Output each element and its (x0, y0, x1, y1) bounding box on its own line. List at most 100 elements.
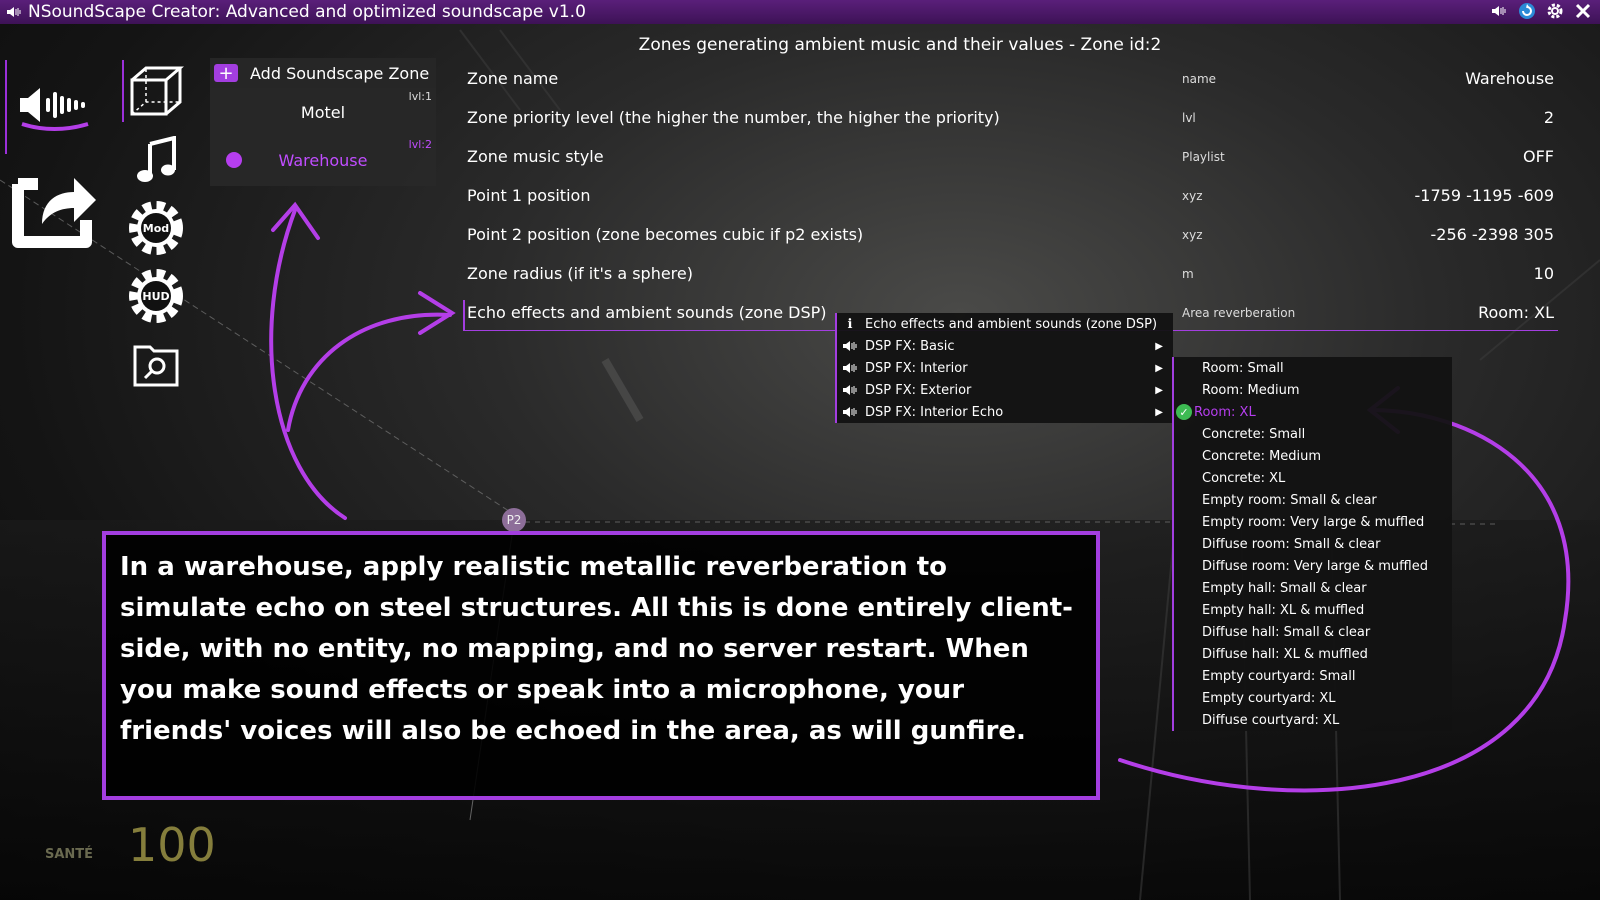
preset-item[interactable]: Diffuse courtyard: XL (1174, 709, 1452, 731)
selected-tab-accent (5, 60, 7, 154)
cube-icon (130, 66, 184, 116)
zones-list-panel: + Add Soundscape Zone lvl:1 Motel lvl:2 … (210, 58, 436, 186)
menu-item-dsp-exterior[interactable]: DSP FX: Exterior ▶ (837, 379, 1173, 401)
property-key: lvl (1182, 111, 1196, 125)
gear-icon (1547, 3, 1563, 19)
property-point1[interactable]: Point 1 position (467, 186, 590, 205)
speaker-icon (841, 406, 859, 418)
preset-item[interactable]: Room: Small (1174, 357, 1452, 379)
menu-info-item: ℹ Echo effects and ambient sounds (zone … (837, 313, 1173, 335)
preset-item[interactable]: Diffuse hall: XL & muffled (1174, 643, 1452, 665)
preset-item[interactable]: Empty room: Small & clear (1174, 489, 1452, 511)
callout-text: In a warehouse, apply realistic metallic… (120, 552, 1073, 746)
refresh-button[interactable] (1518, 2, 1536, 20)
zones-tool-button[interactable] (124, 60, 188, 124)
preset-item[interactable]: Concrete: XL (1174, 467, 1452, 489)
property-music-style[interactable]: Zone music style (467, 147, 604, 166)
speaker-icon (1492, 6, 1506, 16)
preset-item[interactable]: Diffuse room: Very large & muffled (1174, 555, 1452, 577)
sound-toggle-button[interactable] (1490, 2, 1508, 20)
zone-item-motel[interactable]: lvl:1 Motel (210, 88, 436, 136)
property-key: Area reverberation (1182, 306, 1296, 320)
svg-text:Mod: Mod (143, 222, 169, 235)
preset-label: Empty room: Very large & muffled (1202, 514, 1425, 530)
close-button[interactable] (1574, 2, 1592, 20)
tool-icon-column: Mod HUD (122, 60, 188, 400)
property-value[interactable]: 2 (1544, 108, 1554, 127)
property-radius[interactable]: Zone radius (if it's a sphere) (467, 264, 693, 283)
preset-label: Empty room: Small & clear (1202, 492, 1377, 508)
preset-item[interactable]: ✓ Room: XL (1174, 401, 1452, 423)
property-point2[interactable]: Point 2 position (zone becomes cubic if … (467, 225, 863, 244)
submenu-arrow-icon: ▶ (1155, 340, 1163, 352)
preset-item[interactable]: Diffuse hall: Small & clear (1174, 621, 1452, 643)
preset-label: Empty hall: XL & muffled (1202, 602, 1365, 618)
preset-item[interactable]: Diffuse room: Small & clear (1174, 533, 1452, 555)
property-value[interactable]: -1759 -1195 -609 (1415, 186, 1554, 205)
health-label: SANTÉ (45, 847, 94, 862)
preset-item[interactable]: Empty courtyard: Small (1174, 665, 1452, 687)
submenu-arrow-icon: ▶ (1155, 406, 1163, 418)
mod-settings-button[interactable]: Mod (124, 196, 188, 260)
menu-item-dsp-interior-echo[interactable]: DSP FX: Interior Echo ▶ (837, 401, 1173, 423)
preset-label: Empty courtyard: Small (1202, 668, 1356, 684)
menu-item-dsp-basic[interactable]: DSP FX: Basic ▶ (837, 335, 1173, 357)
add-zone-button[interactable]: + Add Soundscape Zone (210, 58, 436, 88)
property-priority[interactable]: Zone priority level (the higher the numb… (467, 108, 1000, 127)
export-icon (12, 178, 96, 248)
info-icon: ℹ (847, 316, 853, 332)
property-key: name (1182, 72, 1217, 86)
property-key: xyz (1182, 189, 1203, 203)
speaker-icon (841, 340, 859, 352)
zone-name: Warehouse (278, 150, 368, 170)
menu-item-dsp-interior[interactable]: DSP FX: Interior ▶ (837, 357, 1173, 379)
preset-label: Diffuse room: Very large & muffled (1202, 558, 1428, 574)
preset-label: Concrete: Small (1202, 426, 1306, 442)
preset-label: Diffuse hall: XL & muffled (1202, 646, 1368, 662)
property-key: m (1182, 267, 1194, 281)
preset-item[interactable]: Empty hall: XL & muffled (1174, 599, 1452, 621)
settings-button[interactable] (1546, 2, 1564, 20)
window-title: NSoundScape Creator: Advanced and optimi… (28, 2, 586, 22)
file-search-button[interactable] (124, 332, 188, 396)
submenu-arrow-icon: ▶ (1155, 384, 1163, 396)
property-value[interactable]: OFF (1523, 147, 1554, 166)
preset-item[interactable]: Concrete: Small (1174, 423, 1452, 445)
preset-item[interactable]: Room: Medium (1174, 379, 1452, 401)
refresh-icon (1519, 3, 1535, 19)
explanation-callout: In a warehouse, apply realistic metallic… (102, 531, 1100, 800)
checkmark-icon: ✓ (1176, 404, 1192, 420)
speaker-icon (841, 384, 859, 396)
dsp-context-menu: ℹ Echo effects and ambient sounds (zone … (835, 313, 1173, 423)
point2-marker[interactable]: P2 (502, 508, 526, 532)
submenu-arrow-icon: ▶ (1155, 362, 1163, 374)
preset-label: Concrete: Medium (1202, 448, 1322, 464)
music-tool-button[interactable] (124, 128, 188, 192)
close-icon (1575, 3, 1591, 19)
reverb-presets-submenu: Room: Small Room: Medium ✓ Room: XL Concrete… (1172, 357, 1452, 731)
property-zone-name[interactable]: Zone name (467, 69, 558, 88)
zone-item-warehouse[interactable]: lvl:2 Warehouse (210, 136, 436, 184)
property-value[interactable]: Room: XL (1478, 303, 1554, 322)
preset-label: Room: Small (1202, 360, 1284, 376)
preset-item[interactable]: Empty hall: Small & clear (1174, 577, 1452, 599)
selected-dot-icon (226, 152, 242, 168)
preset-item[interactable]: Empty room: Very large & muffled (1174, 511, 1452, 533)
hud-settings-button[interactable]: HUD (124, 264, 188, 328)
preset-label: Diffuse room: Small & clear (1202, 536, 1381, 552)
preset-item[interactable]: Concrete: Medium (1174, 445, 1452, 467)
export-button[interactable] (8, 164, 98, 250)
zone-name: Motel (300, 102, 346, 122)
speaker-icon (7, 7, 21, 17)
sound-tab[interactable] (16, 80, 92, 132)
music-note-icon (137, 136, 176, 182)
preset-item[interactable]: Empty courtyard: XL (1174, 687, 1452, 709)
preset-label: Room: Medium (1202, 382, 1300, 398)
preset-label: Empty courtyard: XL (1202, 690, 1336, 706)
property-value[interactable]: Warehouse (1465, 69, 1554, 88)
property-value[interactable]: -256 -2398 305 (1430, 225, 1554, 244)
property-value[interactable]: 10 (1534, 264, 1554, 283)
selected-tool-accent (122, 60, 124, 122)
property-dsp[interactable]: Echo effects and ambient sounds (zone DS… (467, 303, 827, 322)
menu-item-label: Echo effects and ambient sounds (zone DS… (865, 316, 1158, 332)
